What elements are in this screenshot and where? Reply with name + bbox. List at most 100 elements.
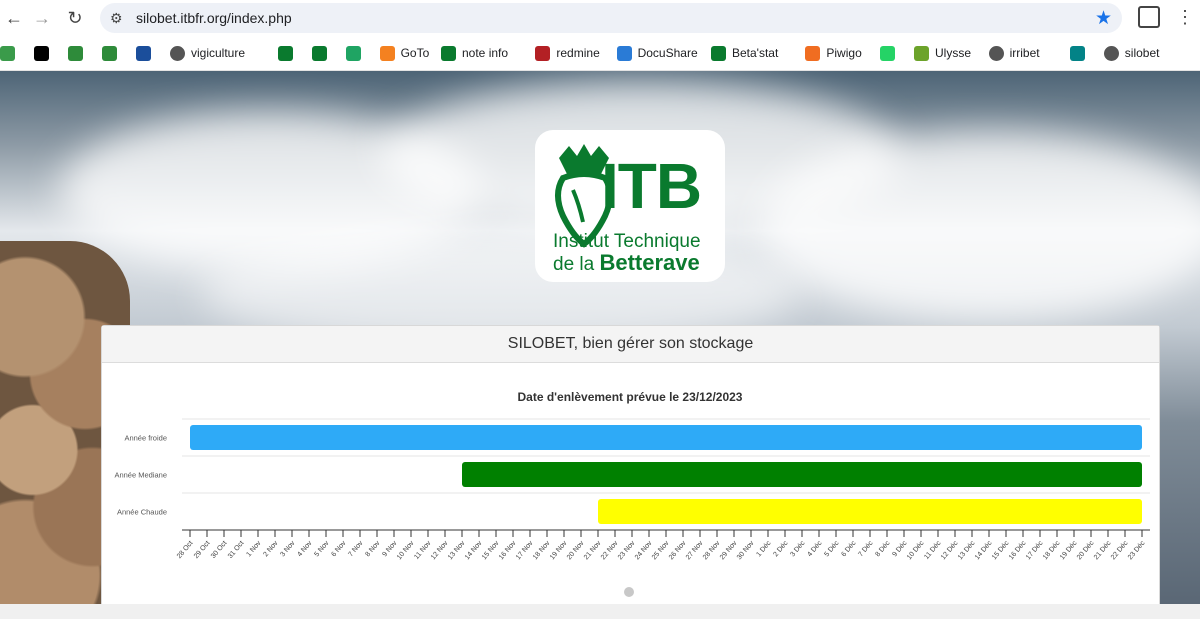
- category-label: Année Chaude: [117, 508, 167, 517]
- redmine-icon: [535, 45, 551, 61]
- bookmark-star-icon[interactable]: ★: [1095, 7, 1112, 30]
- bookmark-label: Ulysse: [935, 46, 972, 60]
- x-tick-label: 2 Déc: [772, 539, 789, 558]
- x-tick-label: 29 Oct: [193, 540, 212, 560]
- address-bar[interactable]: ⚙ silobet.itbfr.org/index.php ★: [100, 3, 1122, 33]
- browser-toolbar: ← → ↻ ⚙ silobet.itbfr.org/index.php ★ ⋮: [0, 0, 1200, 36]
- bookmark-label: Piwigo: [826, 46, 862, 60]
- x-tick-label: 6 Déc: [840, 539, 857, 558]
- piwigo-icon: [805, 45, 821, 61]
- itb-icon: [711, 45, 726, 61]
- bookmark-label: note info: [462, 46, 509, 60]
- bookmark-item-15[interactable]: [880, 45, 901, 61]
- logo-mark-text: ITB: [601, 150, 702, 222]
- bookmark-item-0[interactable]: [0, 45, 21, 61]
- category-label: Année froide: [124, 434, 167, 443]
- bookmark-beta-stat[interactable]: Beta'stat: [711, 45, 778, 61]
- bookmark-irribet[interactable]: irribet: [988, 45, 1040, 61]
- app-icon: [68, 45, 83, 61]
- bookmark-vigiculture[interactable]: vigiculture: [170, 45, 245, 61]
- bookmark-piwigo[interactable]: Piwigo: [805, 45, 862, 61]
- x-tick-label: 23 Déc: [1127, 539, 1147, 561]
- bookmark-item-8[interactable]: [345, 45, 367, 61]
- back-button[interactable]: ←: [2, 6, 26, 30]
- bookmark-item-2[interactable]: [68, 45, 89, 61]
- eye-icon: [136, 45, 151, 61]
- globe-icon: [988, 45, 1004, 61]
- page-footer-strip: [0, 604, 1200, 619]
- sprout-icon: [102, 45, 117, 61]
- globe-icon: [1103, 45, 1119, 61]
- x-tick-label: 7 Déc: [857, 539, 874, 558]
- sharepoint-icon: [1069, 45, 1085, 61]
- leaf-icon: [0, 45, 15, 61]
- bar-ann-e-chaude: [598, 499, 1142, 524]
- bookmark-item-6[interactable]: [277, 45, 299, 61]
- arrow-right-icon: →: [33, 8, 51, 28]
- bookmark-item-3[interactable]: [102, 45, 123, 61]
- panel-title: SILOBET, bien gérer son stockage: [102, 326, 1159, 363]
- bookmark-label: DocuShare: [637, 46, 698, 60]
- x-tick-label: 7 Nov: [347, 539, 364, 558]
- reload-button[interactable]: ↻: [63, 6, 87, 30]
- x-tick-label: 3 Nov: [279, 539, 296, 558]
- drive-icon: [345, 45, 361, 61]
- browser-menu-button[interactable]: ⋮: [1176, 6, 1194, 30]
- bookmark-item-18[interactable]: [1069, 45, 1091, 61]
- x-tick-label: 4 Nov: [296, 539, 313, 558]
- bar-ann-e-mediane: [462, 462, 1142, 487]
- bookmark-goto[interactable]: GoTo: [379, 45, 430, 61]
- itb-logo: ITB Institut Technique de la Betterave: [535, 130, 725, 282]
- bookmark-note-info[interactable]: note info: [441, 45, 508, 61]
- bookmark-label: GoTo: [400, 46, 430, 60]
- x-tick-label: 6 Nov: [330, 539, 347, 558]
- x-tick-label: 28 Oct: [176, 540, 195, 560]
- x-tick-label: 5 Déc: [823, 539, 840, 558]
- whatsapp-icon: [880, 45, 895, 61]
- beet-icon: [311, 45, 327, 61]
- x-tick-label: 1 Nov: [245, 539, 262, 558]
- x-tick-label: 30 Nov: [736, 539, 756, 561]
- x-tick-label: 1 Déc: [755, 539, 772, 558]
- bar-ann-e-froide: [190, 425, 1142, 450]
- bookmark-label: silobet: [1124, 46, 1160, 60]
- bookmark-label: redmine: [556, 46, 600, 60]
- beet-icon: [441, 45, 456, 61]
- bookmark-redmine[interactable]: redmine: [535, 45, 600, 61]
- globe-icon: [170, 45, 185, 61]
- bookmark-ulysse[interactable]: Ulysse: [914, 45, 971, 61]
- category-label: Année Mediane: [114, 471, 167, 480]
- x-tick-label: 10 Déc: [906, 539, 926, 561]
- logo-line2-prefix: de la: [553, 254, 600, 275]
- x-tick-label: 5 Nov: [313, 539, 330, 558]
- bookmark-silobet[interactable]: silobet: [1103, 45, 1160, 61]
- extensions-icon[interactable]: [1138, 6, 1160, 28]
- x-tick-label: 3 Déc: [789, 539, 806, 558]
- forward-button[interactable]: →: [30, 6, 54, 30]
- logo-line2: de la Betterave: [553, 250, 700, 275]
- goto-icon: [379, 45, 395, 61]
- bookmarks-bar: vigiculture GoTo note info redmine DocuShare…: [0, 36, 1200, 71]
- bookmark-docushare[interactable]: DocuShare: [616, 45, 698, 61]
- url-text[interactable]: silobet.itbfr.org/index.php: [136, 10, 292, 26]
- logo-line1: Institut Technique: [553, 231, 701, 252]
- beet-icon: [277, 45, 293, 61]
- x-tick-label: 30 Oct: [210, 540, 229, 560]
- bookmark-item-4[interactable]: [136, 45, 157, 61]
- bookmark-item-7[interactable]: [311, 45, 333, 61]
- x-tick-label: 8 Nov: [364, 539, 381, 558]
- bookmark-item-1[interactable]: [34, 45, 55, 61]
- logo-line2-bold: Betterave: [599, 250, 700, 275]
- x-tick-label: 31 Oct: [227, 540, 246, 560]
- silobet-panel: SILOBET, bien gérer son stockage Date d'…: [101, 325, 1160, 609]
- removal-date-chart: Date d'enlèvement prévue le 23/12/2023 An…: [114, 390, 1150, 561]
- site-info-icon[interactable]: ⚙: [110, 10, 123, 27]
- x-tick-label: 2 Nov: [262, 539, 279, 558]
- reload-icon: ↻: [67, 8, 83, 28]
- ulysse-icon: [914, 45, 929, 61]
- x-icon: [34, 45, 49, 61]
- chart-title: Date d'enlèvement prévue le 23/12/2023: [518, 390, 743, 404]
- bookmark-label: vigiculture: [191, 46, 246, 60]
- carousel-dot[interactable]: [624, 587, 634, 597]
- docushare-icon: [616, 45, 632, 61]
